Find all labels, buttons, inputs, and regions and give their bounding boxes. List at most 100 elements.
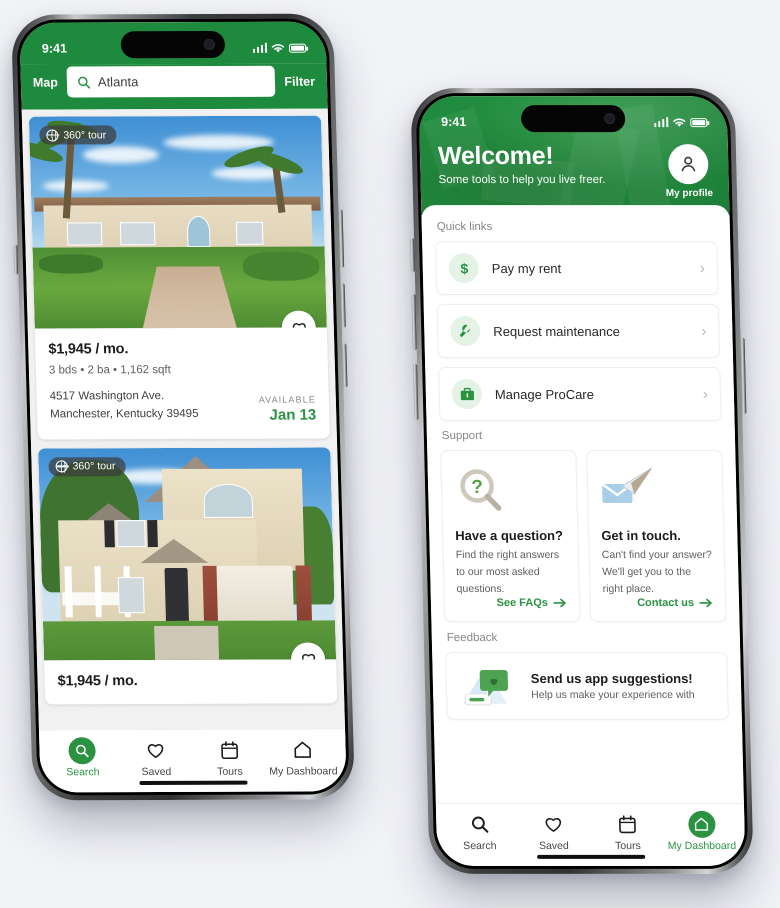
support-heading: Get in touch. xyxy=(601,527,681,543)
support-cta-label: Contact us xyxy=(637,597,695,610)
tab-search[interactable]: Search xyxy=(45,736,120,792)
dashboard-content[interactable]: Quick links $ Pay my rent › Request main… xyxy=(421,205,746,866)
volume-down-button[interactable] xyxy=(413,364,419,421)
toolbox-icon xyxy=(451,379,483,410)
page-subtitle: Some tools to help you live freer. xyxy=(438,174,606,187)
listing-photo: 360° tour xyxy=(38,447,337,661)
screenshot-stage: 9:41 Map Atlanta Filter 360° tour $1,945… xyxy=(0,0,780,908)
dollar-icon: $ xyxy=(448,253,480,284)
360-globe-icon xyxy=(46,129,59,142)
available-date: Jan 13 xyxy=(269,406,317,424)
phone-bezel: 9:41 Welcome! Some tools to help you liv… xyxy=(415,93,749,869)
support-cta-label: See FAQs xyxy=(496,597,549,610)
tab-icon-wrap xyxy=(220,739,239,761)
tab-my-dashboard[interactable]: My Dashboard xyxy=(266,738,341,791)
listing-price: $1,945 / mo. xyxy=(48,341,129,358)
dynamic-island xyxy=(120,30,226,59)
volume-up-button[interactable] xyxy=(340,283,346,328)
signal-bars-icon xyxy=(252,42,268,53)
calendar-icon xyxy=(220,740,238,759)
support-cards-row: ? Have a question? Find the right answer… xyxy=(440,450,727,623)
search-row: Map Atlanta Filter xyxy=(20,64,327,98)
tab-label: Tours xyxy=(614,839,641,852)
status-time: 9:41 xyxy=(41,41,68,56)
battery-icon xyxy=(288,43,307,53)
tab-label: My Dashboard xyxy=(269,765,338,778)
address-line-2: Manchester, Kentucky 39495 xyxy=(49,407,199,421)
tour-360-badge[interactable]: 360° tour xyxy=(48,456,126,477)
support-card-faq[interactable]: ? Have a question? Find the right answer… xyxy=(440,450,581,623)
listing-info: $1,945 / mo. 3 bds • 2 ba • 1,162 sqft 4… xyxy=(35,328,330,440)
support-heading: Have a question? xyxy=(455,527,564,543)
tab-icon-wrap xyxy=(687,810,716,838)
wrench-icon xyxy=(449,316,481,347)
heart-icon xyxy=(292,322,306,329)
search-input-value: Atlanta xyxy=(97,74,139,90)
search-header: Map Atlanta Filter xyxy=(20,63,328,110)
listing-card[interactable]: 360° tour $1,945 / mo. xyxy=(38,447,338,705)
feedback-card[interactable]: Send us app suggestions! Help us make yo… xyxy=(445,652,729,721)
listing-address: 4517 Washington Ave. Manchester, Kentuck… xyxy=(49,388,198,424)
feedback-title: Feedback xyxy=(446,632,498,645)
left-status-area: 9:41 xyxy=(19,21,327,65)
chevron-right-icon: › xyxy=(699,259,706,277)
quick-link-label: Pay my rent xyxy=(491,260,562,276)
quick-link-manage-procare[interactable]: Manage ProCare › xyxy=(438,367,722,422)
signal-bars-icon xyxy=(654,117,669,127)
listing-card[interactable]: 360° tour $1,945 / mo. 3 bds • 2 ba • 1,… xyxy=(28,115,330,440)
power-button[interactable] xyxy=(338,209,345,268)
chevron-right-icon: › xyxy=(701,322,707,340)
home-indicator[interactable] xyxy=(139,780,248,786)
available-label: AVAILABLE xyxy=(258,394,316,405)
tab-label: Saved xyxy=(538,839,569,852)
calendar-icon xyxy=(618,814,636,833)
heart-icon xyxy=(545,818,562,833)
tab-my-dashboard[interactable]: My Dashboard xyxy=(664,810,739,866)
active-indicator xyxy=(687,810,716,838)
dynamic-island xyxy=(520,105,626,133)
action-button[interactable] xyxy=(410,238,415,273)
home-indicator[interactable] xyxy=(537,854,646,859)
garage-door-shape xyxy=(216,565,295,622)
contact-us-link[interactable]: Contact us xyxy=(603,597,713,609)
listing-feed[interactable]: 360° tour $1,945 / mo. 3 bds • 2 ba • 1,… xyxy=(21,108,347,793)
support-body: Find the right answers to our most asked… xyxy=(455,548,560,595)
phone-screen-left: 9:41 Map Atlanta Filter 360° tour $1,945… xyxy=(19,21,347,793)
tab-icon-wrap xyxy=(543,813,564,835)
filter-button[interactable]: Filter xyxy=(284,74,315,88)
phone-left-search-app: 9:41 Map Atlanta Filter 360° tour $1,945… xyxy=(10,13,356,801)
quick-links-title: Quick links xyxy=(436,221,493,234)
chevron-right-icon: › xyxy=(702,385,709,403)
action-button[interactable] xyxy=(13,244,19,275)
availability: AVAILABLE Jan 13 xyxy=(251,394,317,423)
power-button[interactable] xyxy=(740,338,747,415)
listing-info: $1,945 / mo. xyxy=(44,659,337,704)
battery-icon xyxy=(690,117,708,127)
status-icons xyxy=(654,117,708,128)
speech-bubble-heart-icon xyxy=(458,664,521,708)
volume-up-button[interactable] xyxy=(411,294,417,351)
tab-label: Search xyxy=(463,839,497,852)
feedback-heading: Send us app suggestions! xyxy=(530,671,693,687)
home-icon xyxy=(294,741,312,758)
tab-icon-wrap xyxy=(146,739,167,761)
home-icon xyxy=(694,817,709,831)
dashboard-header: 9:41 Welcome! Some tools to help you liv… xyxy=(418,96,730,216)
quick-link-pay-my-rent[interactable]: $ Pay my rent › xyxy=(435,241,719,296)
search-input[interactable]: Atlanta xyxy=(66,65,276,98)
support-title: Support xyxy=(441,430,483,443)
search-icon xyxy=(471,816,488,833)
tab-search[interactable]: Search xyxy=(442,813,517,866)
quick-link-request-maintenance[interactable]: Request maintenance › xyxy=(436,304,721,359)
tab-label: Search xyxy=(66,766,100,779)
wifi-icon xyxy=(673,117,686,127)
tour-360-badge[interactable]: 360° tour xyxy=(39,125,117,145)
volume-down-button[interactable] xyxy=(342,343,348,388)
listing-specs: 3 bds • 2 ba • 1,162 sqft xyxy=(48,364,171,377)
tab-icon-wrap xyxy=(68,736,97,764)
support-card-contact[interactable]: Get in touch. Can't find your answer? We… xyxy=(586,450,727,623)
tab-label: My Dashboard xyxy=(667,839,737,852)
map-toggle-button[interactable]: Map xyxy=(33,75,58,89)
see-faqs-link[interactable]: See FAQs xyxy=(457,597,567,609)
feedback-body: Help us make your experience with xyxy=(531,689,695,702)
